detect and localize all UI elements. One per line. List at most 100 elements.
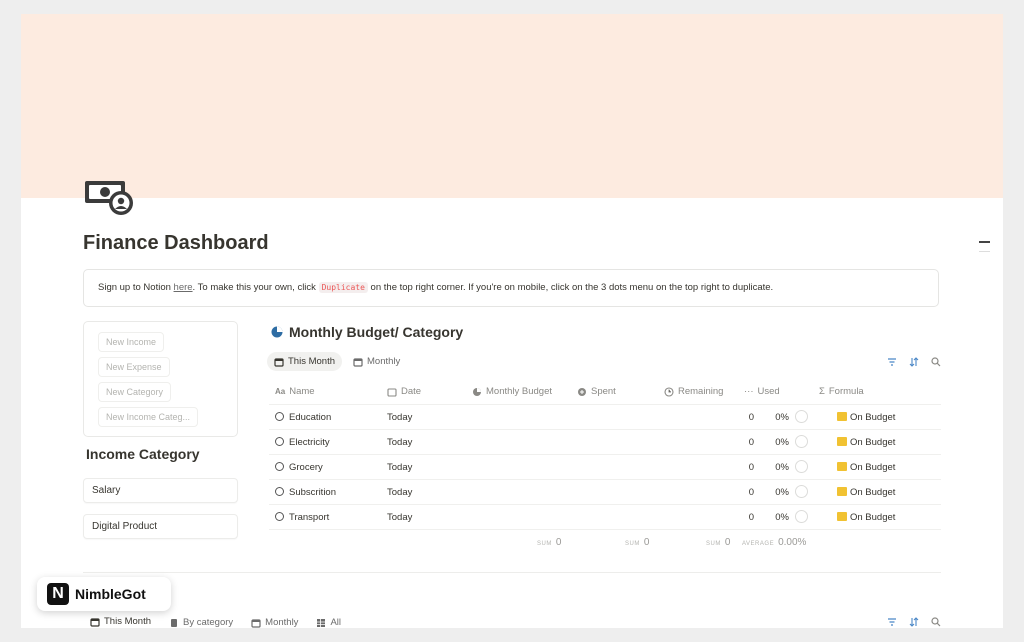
calendar-icon [387,387,397,397]
dots-icon: ··· [744,386,754,397]
income-category-heading: Income Category [86,446,200,462]
row-formula[interactable]: On Budget [837,512,895,523]
tab-by-category[interactable]: By category [162,612,240,628]
sum-monthly-budget[interactable]: SUM 0 [537,537,561,548]
col-name-label: Name [289,386,315,397]
calendar-icon [274,357,284,367]
row-remaining[interactable]: 0 [689,437,754,448]
row-name-text: Grocery [289,462,323,473]
col-spent-label: Spent [591,386,616,397]
row-remaining[interactable]: 0 [689,512,754,523]
col-spent[interactable]: Spent [577,386,616,397]
nimblegot-watermark: N NimbleGot [37,577,171,611]
text-property-icon: Aa [275,387,286,396]
table-of-contents-indicator[interactable] [979,241,990,260]
row-name-text: Transport [289,512,330,523]
row-date[interactable]: Today [387,412,412,423]
income-category-card-digital-product[interactable]: Digital Product [83,514,238,539]
page-cover[interactable] [21,14,1003,198]
pie-chart-icon [271,326,283,338]
row-used[interactable]: 0% [759,512,789,523]
section-divider [83,572,941,573]
col-date[interactable]: Date [387,386,421,397]
tab-label: Monthly [265,617,299,628]
calendar-icon [90,617,100,627]
row-name-text: Education [289,412,332,423]
new-expense-button[interactable]: New Expense [98,357,170,377]
sort-icon[interactable] [909,617,919,627]
new-income-category-button[interactable]: New Income Categ... [98,407,199,427]
col-used-label: Used [757,386,780,397]
row-date[interactable]: Today [387,512,412,523]
row-formula[interactable]: On Budget [837,487,895,498]
table-row[interactable]: Electricity Today 0 0% On Budget [269,430,941,455]
page-title: Finance Dashboard [83,232,269,254]
formula-circle-icon [664,386,674,397]
row-date[interactable]: Today [387,437,412,448]
col-monthly-budget[interactable]: Monthly Budget [472,386,552,397]
average-value: 0.00% [778,537,807,548]
row-name[interactable]: Grocery [275,462,323,473]
row-name[interactable]: Education [275,412,331,423]
tab-monthly-bottom[interactable]: Monthly [244,612,305,628]
col-monthly-budget-label: Monthly Budget [486,386,553,397]
sum-spent[interactable]: SUM 0 [625,537,649,548]
yellow-square-icon [837,487,847,496]
new-income-button[interactable]: New Income [98,332,165,352]
sort-icon[interactable] [909,357,919,367]
progress-ring-icon [795,460,808,473]
row-formula[interactable]: On Budget [837,437,895,448]
new-category-button[interactable]: New Category [98,382,172,402]
col-remaining[interactable]: Remaining [664,386,723,397]
row-remaining[interactable]: 0 [689,487,754,498]
tab-all[interactable]: All [309,612,348,628]
signup-link[interactable]: here [174,282,193,293]
table-row[interactable]: Subscrition Today 0 0% On Budget [269,480,941,505]
row-name[interactable]: Subscrition [275,487,336,498]
table-row[interactable]: Education Today 0 0% On Budget [269,405,941,430]
tab-this-month-bottom[interactable]: This Month [83,612,158,628]
row-used[interactable]: 0% [759,487,789,498]
row-used[interactable]: 0% [759,437,789,448]
row-date[interactable]: Today [387,462,412,473]
col-name[interactable]: Aa Name [275,386,315,397]
table-row[interactable]: Transport Today 0 0% On Budget [269,505,941,530]
col-date-label: Date [401,386,422,397]
row-name[interactable]: Transport [275,512,329,523]
row-remaining[interactable]: 0 [689,462,754,473]
row-formula[interactable]: On Budget [837,412,895,423]
tab-this-month[interactable]: This Month [267,352,342,371]
row-used[interactable]: 0% [759,462,789,473]
filter-icon[interactable] [887,617,897,627]
progress-ring-icon [795,410,808,423]
row-remaining[interactable]: 0 [689,412,754,423]
tab-label: By category [183,617,234,628]
tab-monthly-label: Monthly [367,356,401,367]
row-formula-text: On Budget [850,437,896,448]
col-used[interactable]: ··· Used [744,386,780,397]
tab-monthly[interactable]: Monthly [346,352,407,371]
callout-text-start: Sign up to Notion [98,282,174,293]
col-formula[interactable]: Σ Formula [819,386,864,397]
row-formula[interactable]: On Budget [837,462,895,473]
progress-ring-icon [795,485,808,498]
table-row[interactable]: Grocery Today 0 0% On Budget [269,455,941,480]
board-icon [171,618,177,627]
budget-database-title[interactable]: Monthly Budget/ Category [271,324,463,340]
row-date[interactable]: Today [387,487,412,498]
status-circle-icon [275,512,284,521]
filter-icon[interactable] [887,357,897,367]
status-circle-icon [275,437,284,446]
search-icon[interactable] [931,357,941,367]
average-used[interactable]: AVERAGE 0.00% [742,537,806,548]
search-icon[interactable] [931,617,941,627]
row-name[interactable]: Electricity [275,437,330,448]
sum-label: SUM [537,541,552,547]
sum-remaining[interactable]: SUM 0 [706,537,730,548]
money-icon[interactable] [83,177,135,217]
yellow-square-icon [837,462,847,471]
income-category-card-salary[interactable]: Salary [83,478,238,503]
row-used[interactable]: 0% [759,412,789,423]
status-circle-icon [275,412,284,421]
sum-label: SUM [706,541,721,547]
